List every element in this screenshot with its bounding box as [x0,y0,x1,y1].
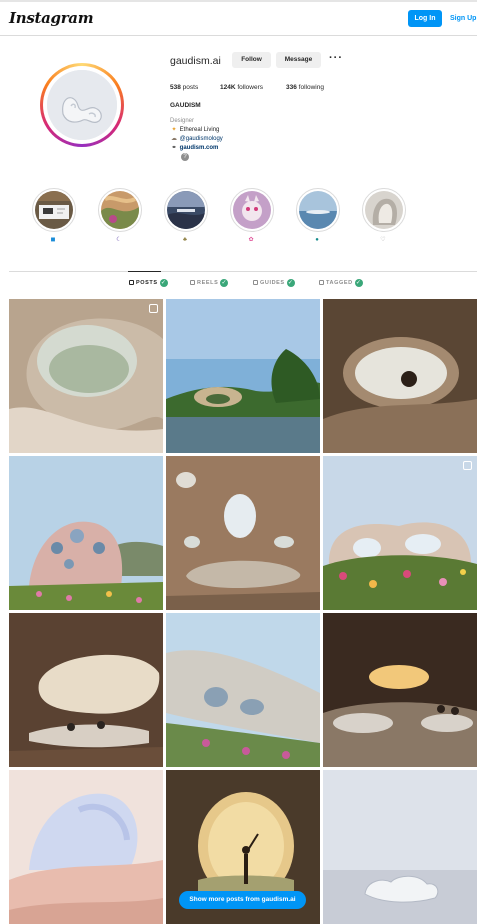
highlight-cover-image [299,191,337,229]
top-navigation-bar: Instagram Log In Sign Up [0,2,477,36]
bio-text: Ethereal Living [179,127,220,133]
post-tile[interactable] [323,770,477,924]
active-tab-indicator [128,271,161,272]
profile-avatar-story-ring[interactable] [40,63,124,147]
post-image [166,299,320,453]
profile-username: gaudism.ai [170,55,221,67]
post-tile[interactable] [166,456,320,610]
post-tile[interactable] [9,456,163,610]
highlight-6[interactable] [362,188,406,232]
instagram-logo[interactable]: Instagram [9,9,94,27]
check-icon: ✓ [220,279,229,287]
posts-count-stat: 538 posts [170,84,198,91]
log-in-button[interactable]: Log In [408,10,442,27]
bio-line-mention: ☁ @gaudismology [170,135,223,142]
tab-label: POSTS [136,280,158,286]
reel-indicator-icon [149,304,158,313]
check-icon: ✓ [159,279,168,287]
check-icon: ✓ [354,279,363,287]
moon-emoji-icon: ☾ [116,237,122,243]
tab-posts[interactable]: POSTS ✓ [129,279,168,291]
highlight-2[interactable] [98,188,142,232]
bio-website-link[interactable]: gaudism.com [180,145,219,151]
post-image [166,456,320,610]
clay-emoji-icon: ☁ [171,136,177,142]
post-image [9,456,163,610]
following-stat[interactable]: 336 following [286,84,324,91]
tab-reels[interactable]: REELS ✓ [190,279,229,291]
tab-tagged[interactable]: TAGGED ✓ [319,279,363,291]
highlight-5[interactable] [296,188,340,232]
help-icon[interactable]: ? [181,153,189,161]
bio-mention-link[interactable]: @gaudismology [180,136,223,142]
followers-count: 124K [220,84,236,91]
highlight-4[interactable] [230,188,274,232]
reels-icon [190,280,195,285]
highlight-cover-image [35,191,73,229]
heart-emoji-icon: ♡ [380,237,386,243]
profile-full-name: GAUDISM [170,102,201,109]
sparkle-emoji-icon: ✦ [171,127,177,133]
post-image [323,770,477,924]
grid-icon [129,280,134,285]
show-more-posts-button[interactable]: Show more posts from gaudism.ai [179,891,306,909]
profile-category: Designer [170,118,195,124]
post-tile[interactable] [9,613,163,767]
carousel-indicator-icon [463,461,472,470]
highlight-cover-image [233,191,271,229]
post-image [323,456,477,610]
post-tile[interactable] [323,299,477,453]
posts-count: 538 [170,84,181,91]
post-image [9,299,163,453]
guides-icon [253,280,258,285]
followers-stat[interactable]: 124K followers [220,84,263,91]
tab-guides[interactable]: GUIDES ✓ [253,279,295,291]
following-count: 336 [286,84,297,91]
posts-label: posts [182,84,199,91]
more-options-icon[interactable]: ··· [329,52,343,64]
post-tile[interactable] [323,613,477,767]
avatar-sculpture-image [47,70,117,140]
avatar[interactable] [47,70,117,140]
post-image [9,613,163,767]
square-emoji-icon: ◼ [50,237,56,243]
highlight-3[interactable] [164,188,208,232]
bio-line-website: ⚭ gaudism.com [170,144,218,151]
follow-button[interactable]: Follow [232,52,271,68]
highlight-cover-image [167,191,205,229]
sign-up-link[interactable]: Sign Up [450,10,476,27]
post-tile[interactable] [166,613,320,767]
message-button[interactable]: Message [276,52,321,68]
post-image [323,613,477,767]
following-label: following [298,84,324,91]
highlight-cover-image [101,191,139,229]
tabs-divider [9,271,477,272]
tab-label: GUIDES [260,280,285,286]
check-icon: ✓ [286,279,295,287]
highlight-1[interactable] [32,188,76,232]
tab-label: TAGGED [326,280,353,286]
followers-label: followers [237,84,264,91]
post-tile[interactable] [166,299,320,453]
post-image [323,299,477,453]
tab-label: REELS [197,280,219,286]
plant-emoji-icon: ♣ [183,237,187,243]
bio-line-ethereal: ✦ Ethereal Living [170,126,219,133]
tagged-icon [319,280,324,285]
post-tile[interactable] [323,456,477,610]
flower-emoji-icon: ✿ [248,237,254,243]
post-tile[interactable] [9,299,163,453]
post-tile[interactable] [9,770,163,924]
globe-emoji-icon: ● [315,237,319,243]
post-image [166,613,320,767]
post-image [9,770,163,924]
highlight-cover-image [365,191,403,229]
link-icon: ⚭ [171,145,177,151]
